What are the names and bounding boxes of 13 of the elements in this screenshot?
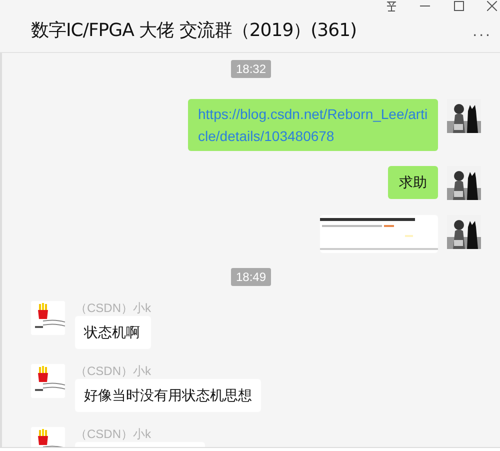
timestamp: 18:32	[230, 60, 272, 78]
sender-name: （CSDN）小k	[75, 364, 152, 378]
sender-name: （CSDN）小k	[75, 301, 152, 315]
timestamp: 18:49	[230, 268, 272, 286]
close-icon[interactable]	[487, 1, 497, 11]
message-bubble: 好像当时没有用状态机思想	[75, 379, 261, 412]
sender-name: （CSDN）小k	[75, 427, 152, 441]
maximize-icon[interactable]	[454, 1, 464, 11]
window-title: 数字IC/FPGA 大佬 交流群（2019）(361)	[31, 18, 357, 42]
more-button[interactable]: ...	[472, 24, 492, 40]
message-bubble: 状态机啊	[75, 316, 152, 349]
pin-icon[interactable]	[386, 1, 397, 12]
message-bubble: 求助	[388, 166, 438, 199]
